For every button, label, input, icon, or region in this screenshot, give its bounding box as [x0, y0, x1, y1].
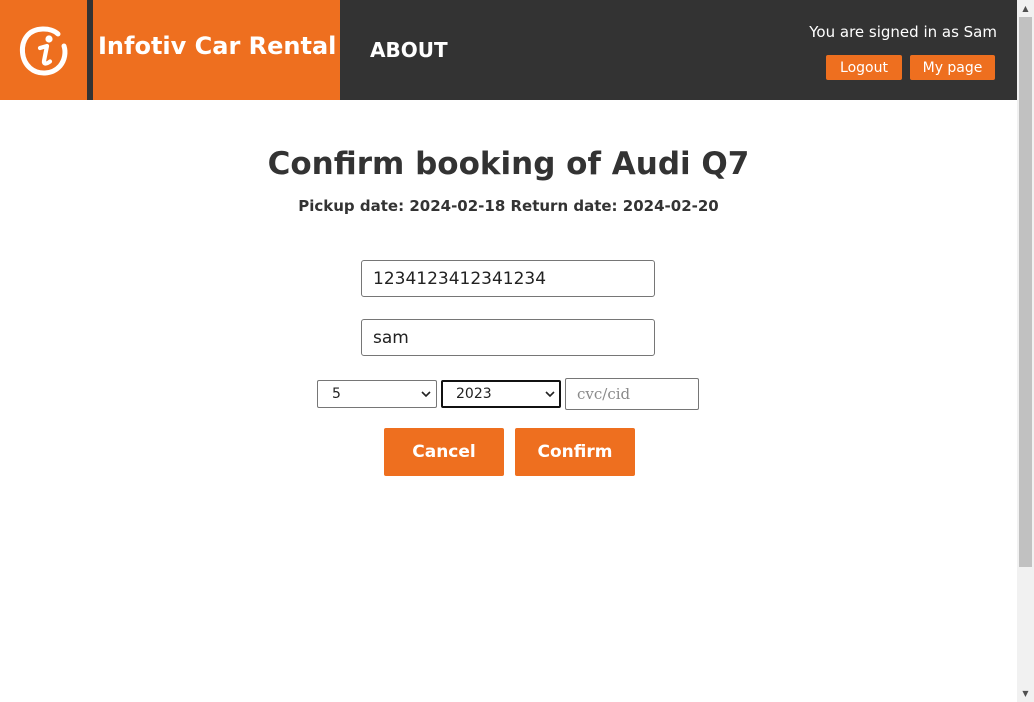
vertical-scrollbar[interactable]: ▲ ▼ [1017, 0, 1034, 702]
expiry-month-value: 5 [332, 386, 341, 402]
infotiv-logo-icon [20, 26, 68, 76]
confirm-button[interactable]: Confirm [515, 428, 635, 476]
expiry-year-value: 2023 [456, 386, 492, 402]
cancel-button[interactable]: Cancel [384, 428, 504, 476]
page: Infotiv Car Rental ABOUT You are signed … [0, 0, 1034, 702]
brand-title[interactable]: Infotiv Car Rental [98, 32, 336, 60]
brand-divider [87, 0, 93, 100]
scroll-thumb[interactable] [1019, 17, 1032, 567]
chevron-down-icon [545, 391, 555, 398]
page-title: Confirm booking of Audi Q7 [267, 146, 750, 182]
my-page-button[interactable]: My page [910, 55, 995, 80]
expiry-year-select[interactable]: 2023 [441, 380, 561, 408]
chevron-down-icon [421, 391, 431, 398]
cvc-input[interactable] [565, 378, 699, 410]
signed-in-status: You are signed in as Sam [809, 23, 997, 41]
nav-about-link[interactable]: ABOUT [370, 38, 448, 62]
brand-block[interactable]: Infotiv Car Rental [0, 0, 340, 100]
scroll-down-arrow-icon[interactable]: ▼ [1017, 685, 1034, 702]
top-header: Infotiv Car Rental ABOUT You are signed … [0, 0, 1017, 100]
booking-dates: Pickup date: 2024-02-18 Return date: 202… [298, 197, 719, 215]
card-name-input[interactable] [361, 319, 655, 356]
card-number-input[interactable] [361, 260, 655, 297]
expiry-month-select[interactable]: 5 [317, 380, 437, 408]
logout-button[interactable]: Logout [826, 55, 902, 80]
scroll-up-arrow-icon[interactable]: ▲ [1017, 0, 1034, 17]
